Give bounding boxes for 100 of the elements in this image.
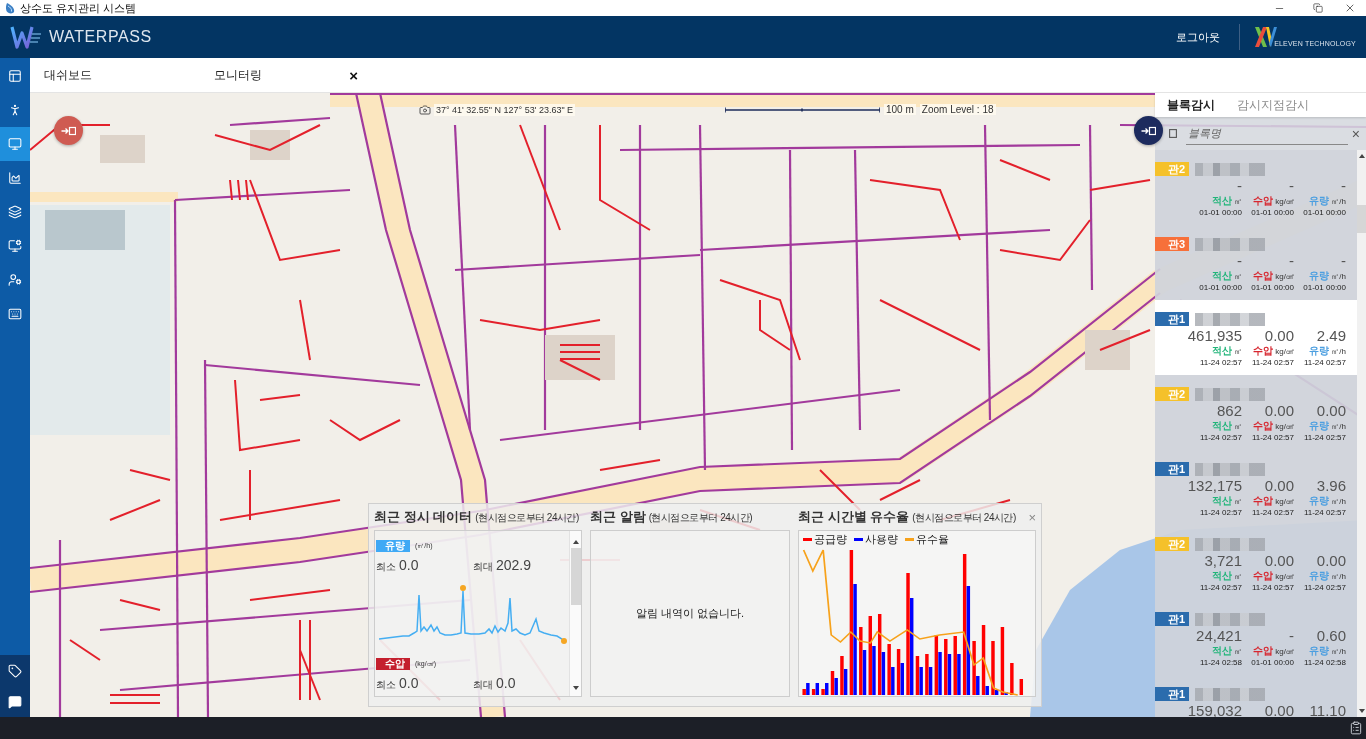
measure-label: 유량 xyxy=(1309,495,1330,507)
measure-value: 461,935 xyxy=(1187,328,1242,344)
area-chart-icon[interactable] xyxy=(8,171,22,185)
measure-label: 적산 xyxy=(1212,570,1232,582)
chat-icon[interactable] xyxy=(8,694,22,709)
section-title: 최근 정시 데이터 xyxy=(374,508,473,526)
tab[interactable]: 대쉬보드 xyxy=(30,58,200,92)
panel-tab[interactable]: 블록감시 xyxy=(1167,96,1215,114)
user-gear-icon[interactable] xyxy=(8,273,22,287)
scroll-up-icon[interactable] xyxy=(572,540,579,544)
blurred-name xyxy=(1195,312,1265,326)
scroll-down-icon[interactable] xyxy=(1358,709,1365,713)
logout-button[interactable]: 로그아웃 xyxy=(1176,29,1221,45)
max-value: 202.9 xyxy=(496,557,532,573)
measure-label: 수압 xyxy=(1253,420,1274,432)
measure-unit: kg/㎠ xyxy=(1275,571,1294,582)
scale-label: 100 m xyxy=(884,104,916,115)
measure-unit: ㎥/h xyxy=(1331,346,1346,357)
measure-unit: ㎥/h xyxy=(1331,196,1346,207)
max-value: 0.0 xyxy=(496,675,516,691)
measure-time: 11-24 02:57 xyxy=(1199,432,1242,443)
restore-icon[interactable] xyxy=(1313,3,1323,13)
block-card[interactable]: 관1 132,175 적산 ㎥ 11-24 02:57 0.00 수압 kg/㎠ 11-24 02:57 3.96 유량 ㎥/h 11-24 02:57 xyxy=(1155,450,1357,525)
monitor-gear-icon[interactable] xyxy=(8,239,22,253)
block-card[interactable]: 관3 - 적산 ㎥ 01-01 00:00 - 수압 kg/㎠ 01-01 00:00 - 유량 ㎥/h 01-01 00:00 xyxy=(1155,225,1357,300)
block-card[interactable]: 관1 24,421 적산 ㎥ 11-24 02:58 - 수압 kg/㎠ 01-01 00:00 0.60 유량 ㎥/h 11-24 02:58 xyxy=(1155,600,1357,675)
usage-bar xyxy=(891,667,895,695)
blurred-name xyxy=(1195,462,1265,476)
scroll-up-icon[interactable] xyxy=(1358,154,1365,158)
zoom-level: Zoom Level : 18 xyxy=(919,104,996,115)
usage-bar xyxy=(834,678,838,695)
scroll-thumb[interactable] xyxy=(570,548,581,605)
measure-value: 862 xyxy=(1216,403,1242,419)
measure-time: 11-24 02:58 xyxy=(1303,657,1346,668)
measure-time: 01-01 00:00 xyxy=(1251,282,1294,293)
monitor-icon[interactable] xyxy=(8,137,22,151)
section-subtitle: (현시점으로부터 24시간) xyxy=(475,511,579,525)
close-icon[interactable] xyxy=(1344,2,1356,14)
measure-label: 유량 xyxy=(1309,420,1330,432)
usage-bar xyxy=(1004,692,1008,695)
clipboard-icon[interactable] xyxy=(1349,721,1363,735)
min-label: 최소 xyxy=(376,560,396,574)
measure-unit: kg/㎠ xyxy=(1275,346,1294,357)
usage-bar xyxy=(900,663,904,695)
metric-badge: 수압 xyxy=(376,658,410,670)
block-card[interactable]: 관2 - 적산 ㎥ 01-01 00:00 - 수압 kg/㎠ 01-01 00:00 - 유량 ㎥/h 01-01 00:00 xyxy=(1155,150,1357,225)
measure-label: 수압 xyxy=(1253,495,1274,507)
measure-time: 11-24 02:57 xyxy=(1303,432,1346,443)
scroll-thumb[interactable] xyxy=(1357,205,1366,233)
supply-bar xyxy=(972,641,976,695)
measure-value: 132,175 xyxy=(1187,478,1242,494)
scrollbar[interactable] xyxy=(1357,150,1366,717)
scrollbar[interactable] xyxy=(569,531,581,696)
measure-time: 11-24 02:57 xyxy=(1303,507,1346,518)
block-card[interactable]: 관2 862 적산 ㎥ 11-24 02:57 0.00 수압 kg/㎠ 11-24 02:57 0.00 유량 ㎥/h 11-24 02:57 xyxy=(1155,375,1357,450)
measure-unit: kg/㎠ xyxy=(1275,271,1294,282)
measure-value: 0.00 xyxy=(1264,403,1294,419)
measure-time: 01-01 00:00 xyxy=(1303,207,1346,218)
clear-button[interactable]: × xyxy=(1347,126,1360,141)
arrow-into-box-icon[interactable] xyxy=(1141,125,1156,136)
grade-badge: 관2 xyxy=(1155,537,1189,551)
keyboard-icon[interactable] xyxy=(8,307,22,321)
building xyxy=(250,130,290,160)
measure-unit: kg/㎠ xyxy=(1275,196,1294,207)
tab-close-button[interactable]: × xyxy=(349,67,358,83)
measure-time: 11-24 02:57 xyxy=(1199,507,1242,518)
measure-time: 01-01 00:00 xyxy=(1251,207,1294,218)
usage-bar xyxy=(919,667,923,695)
supply-bar xyxy=(896,649,901,695)
measure-unit: ㎥ xyxy=(1234,196,1242,207)
measure-unit: ㎥/h xyxy=(1331,646,1346,657)
layers-icon[interactable] xyxy=(8,205,22,219)
tag-icon[interactable] xyxy=(8,663,22,678)
measure-value: - xyxy=(1237,253,1242,269)
empty-message: 알림 내역이 없습니다. xyxy=(635,606,745,621)
measure-unit: kg/㎠ xyxy=(1275,421,1294,432)
usage-bar xyxy=(843,669,848,695)
measure-unit: ㎥/h xyxy=(1331,571,1346,582)
building xyxy=(1085,330,1130,370)
block-card[interactable]: 관1 461,935 적산 ㎥ 11-24 02:57 0.00 수압 kg/㎠ 11-24 02:57 2.49 유량 ㎥/h 11-24 02:57 xyxy=(1155,300,1357,375)
scroll-down-icon[interactable] xyxy=(572,686,579,690)
grade-badge: 관1 xyxy=(1155,687,1189,701)
search-field[interactable]: 블록명 xyxy=(1186,122,1348,145)
usage-bar xyxy=(806,683,810,695)
camera-icon[interactable] xyxy=(419,104,431,116)
usage-bar xyxy=(976,676,980,695)
panel-tab[interactable]: 감시지점감시 xyxy=(1237,96,1309,114)
measure-label: 적산 xyxy=(1212,495,1232,507)
grade-badge: 관2 xyxy=(1155,387,1189,401)
person-icon[interactable] xyxy=(8,103,22,117)
measure-unit: ㎥ xyxy=(1234,646,1242,657)
layout-icon[interactable] xyxy=(8,69,22,83)
max-label: 최대 xyxy=(473,560,493,574)
measure-value: - xyxy=(1341,178,1346,194)
tab[interactable]: 모니터링 × xyxy=(200,58,370,92)
usage-bar xyxy=(928,667,933,695)
measure-time: 11-24 02:57 xyxy=(1251,432,1294,443)
measure-value: 3,721 xyxy=(1204,553,1242,569)
block-card[interactable]: 관2 3,721 적산 ㎥ 11-24 02:57 0.00 수압 kg/㎠ 11-24 02:57 0.00 유량 ㎥/h 11-24 02:57 xyxy=(1155,525,1357,600)
usage-bar xyxy=(947,654,952,695)
